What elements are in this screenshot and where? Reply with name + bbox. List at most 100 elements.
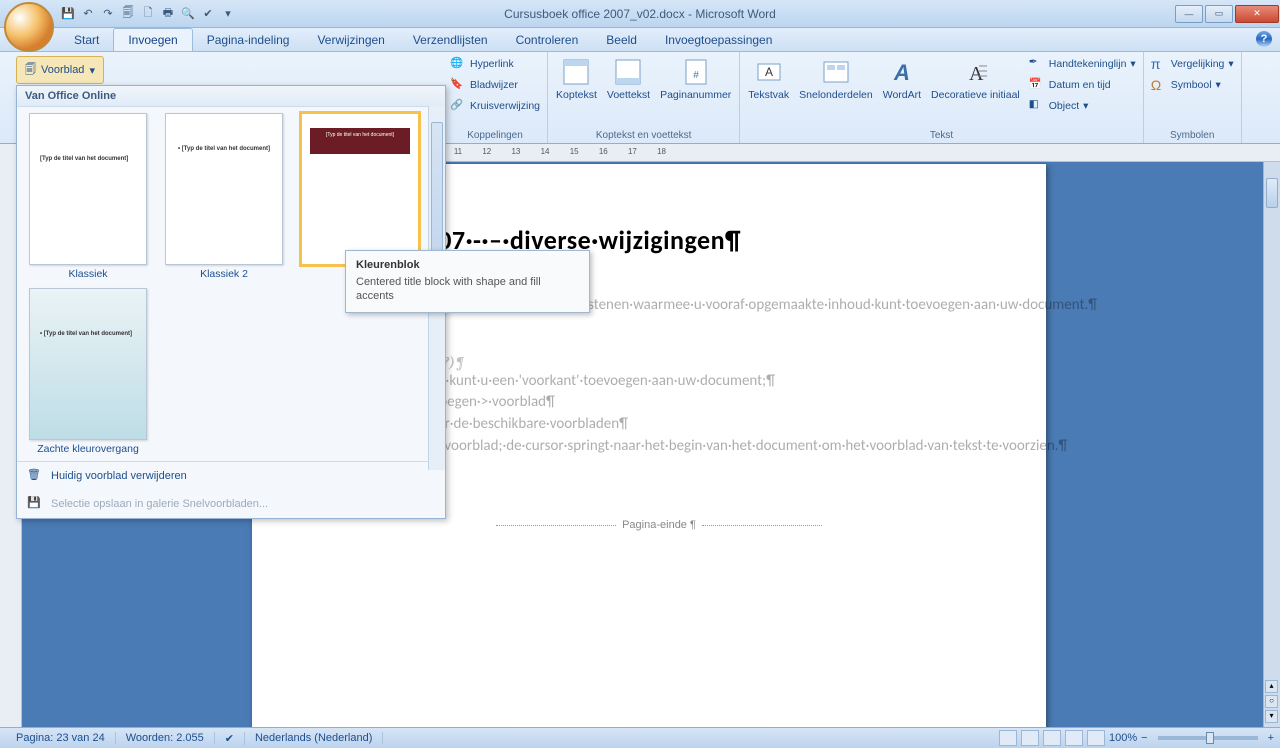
symbol-icon: Ω	[1151, 77, 1167, 93]
paginanummer-label: Paginanummer	[660, 90, 731, 102]
view-fullscreen[interactable]	[1021, 730, 1039, 746]
qat-print-icon[interactable]: 🖶	[160, 6, 176, 22]
object-button[interactable]: ◧Object ▾	[1026, 96, 1139, 116]
vergelijking-button[interactable]: πVergelijking ▾	[1148, 54, 1237, 74]
save-gallery-icon: 💾	[27, 496, 43, 512]
save-icon[interactable]: 💾	[60, 6, 76, 22]
window-controls: — ▭ ✕	[1174, 5, 1280, 23]
save-to-gallery-label: Selectie opslaan in galerie Snelvoorblad…	[51, 498, 268, 510]
gal-item-zachte[interactable]: • [Typ de titel van het document] Zachte…	[23, 288, 153, 455]
office-button[interactable]	[4, 2, 54, 52]
tab-controleren[interactable]: Controleren	[502, 29, 593, 51]
datum-tijd-button[interactable]: 📅Datum en tijd	[1026, 75, 1139, 95]
prev-page-button[interactable]: ▴	[1265, 680, 1278, 693]
remove-current-cover[interactable]: 🗑 Huidig voorblad verwijderen	[17, 462, 445, 490]
zoom-out-button[interactable]: −	[1141, 732, 1147, 744]
help-button[interactable]: ?	[1256, 31, 1272, 47]
gal-thumb-zachte: • [Typ de titel van het document]	[29, 288, 147, 440]
status-proofing-icon[interactable]: ✔	[215, 732, 245, 745]
close-button[interactable]: ✕	[1235, 5, 1279, 23]
thumb-color-bar: [Typ de titel van het document]	[310, 128, 410, 154]
voettekst-label: Voettekst	[607, 90, 650, 102]
svg-text:A: A	[893, 60, 910, 85]
thumb-gradient	[30, 289, 146, 439]
svg-text:A: A	[765, 65, 773, 79]
hyperlink-button[interactable]: 🌐Hyperlink	[447, 54, 543, 74]
maximize-button[interactable]: ▭	[1205, 5, 1233, 23]
vergelijking-label: Vergelijking	[1171, 58, 1225, 70]
voorblad-button[interactable]: 🗐 Voorblad ▾	[16, 56, 104, 84]
window-title: Cursusboek office 2007_v02.docx - Micros…	[504, 7, 776, 21]
handtekeninglijn-button[interactable]: ✒Handtekeninglijn ▾	[1026, 54, 1139, 74]
symbool-button[interactable]: ΩSymbool ▾	[1148, 75, 1237, 95]
crossref-icon: 🔗	[450, 98, 466, 114]
gal-item-klassiek[interactable]: [Typ de titel van het document] Klassiek	[23, 113, 153, 280]
qat-icon[interactable]: 🗐	[120, 6, 136, 22]
quick-access-toolbar: 💾 ↶ ↷ 🗐 🗋 🖶 🔍 ✔ ▾	[60, 6, 236, 22]
view-draft[interactable]	[1087, 730, 1105, 746]
group-label-koppelingen: Koppelingen	[447, 128, 543, 143]
wordart-label: WordArt	[883, 90, 921, 102]
tekstvak-label: Tekstvak	[748, 90, 789, 102]
status-words[interactable]: Woorden: 2.055	[116, 732, 215, 744]
svg-text:#: #	[693, 70, 699, 81]
gallery-tooltip: Kleurenblok Centered title block with sh…	[345, 250, 590, 313]
tab-beeld[interactable]: Beeld	[592, 29, 651, 51]
handtekeninglijn-label: Handtekeninglijn	[1049, 58, 1127, 70]
tab-start[interactable]: Start	[60, 29, 113, 51]
redo-icon[interactable]: ↷	[100, 6, 116, 22]
view-web[interactable]	[1043, 730, 1061, 746]
paginanummer-button[interactable]: # Paginanummer	[656, 54, 735, 104]
zoom-slider[interactable]	[1158, 736, 1258, 740]
qat-more-icon[interactable]: ▾	[220, 6, 236, 22]
tab-invoegtoepassingen[interactable]: Invoegtoepassingen	[651, 29, 786, 51]
quickparts-icon	[820, 56, 852, 88]
gal-caption-klassiek: Klassiek	[68, 268, 107, 280]
date-icon: 📅	[1029, 77, 1045, 93]
next-page-button[interactable]: ▾	[1265, 710, 1278, 723]
group-symbolen: πVergelijking ▾ ΩSymbool ▾ Symbolen	[1144, 52, 1242, 143]
voorblad-label: Voorblad	[41, 64, 84, 76]
decoratieve-initiaal-button[interactable]: A Decoratieve initiaal	[927, 54, 1024, 104]
tab-verzendlijsten[interactable]: Verzendlijsten	[399, 29, 502, 51]
bladwijzer-button[interactable]: 🔖Bladwijzer	[447, 75, 543, 95]
qat-spelling-icon[interactable]: ✔	[200, 6, 216, 22]
status-page[interactable]: Pagina: 23 van 24	[6, 732, 116, 744]
tekstvak-button[interactable]: A Tekstvak	[744, 54, 793, 104]
object-label: Object	[1049, 100, 1079, 112]
snelonderdelen-button[interactable]: Snelonderdelen	[795, 54, 877, 104]
gal-thumb-klassiek: [Typ de titel van het document]	[29, 113, 147, 265]
wordart-button[interactable]: A WordArt	[879, 54, 925, 104]
undo-icon[interactable]: ↶	[80, 6, 96, 22]
koptekst-button[interactable]: Koptekst	[552, 54, 601, 104]
zoom-in-button[interactable]: +	[1268, 732, 1274, 744]
koptekst-label: Koptekst	[556, 90, 597, 102]
vertical-scrollbar[interactable]: ▴ ○ ▾	[1263, 162, 1280, 727]
zoom-slider-thumb[interactable]	[1206, 732, 1214, 744]
gallery-footer: 🗑 Huidig voorblad verwijderen 💾 Selectie…	[17, 461, 445, 518]
statusbar: Pagina: 23 van 24 Woorden: 2.055 ✔ Neder…	[0, 727, 1280, 748]
qat-new-icon[interactable]: 🗋	[140, 6, 156, 22]
status-language[interactable]: Nederlands (Nederland)	[245, 732, 383, 744]
decoratieve-initiaal-label: Decoratieve initiaal	[931, 90, 1020, 102]
tab-pagina-indeling[interactable]: Pagina-indeling	[193, 29, 304, 51]
zoom-level[interactable]: 100%	[1109, 732, 1137, 744]
minimize-button[interactable]: —	[1175, 5, 1203, 23]
ribbon-tabs: Start Invoegen Pagina-indeling Verwijzin…	[0, 28, 1280, 52]
scrollbar-thumb[interactable]	[1266, 178, 1278, 208]
browse-buttons: ▴ ○ ▾	[1265, 680, 1278, 723]
kruisverwijzing-button[interactable]: 🔗Kruisverwijzing	[447, 96, 543, 116]
view-printlayout[interactable]	[999, 730, 1017, 746]
tab-invoegen[interactable]: Invoegen	[113, 28, 192, 51]
view-outline[interactable]	[1065, 730, 1083, 746]
page-break-label: Pagina-einde ¶	[342, 519, 976, 531]
voettekst-button[interactable]: Voettekst	[603, 54, 654, 104]
tab-verwijzingen[interactable]: Verwijzingen	[303, 29, 398, 51]
header-icon	[560, 56, 592, 88]
qat-preview-icon[interactable]: 🔍	[180, 6, 196, 22]
delete-icon: 🗑	[27, 468, 43, 484]
gal-item-klassiek2[interactable]: • [Typ de titel van het document] Klassi…	[159, 113, 289, 280]
browse-object-button[interactable]: ○	[1265, 695, 1278, 708]
textbox-icon: A	[753, 56, 785, 88]
group-koppelingen: 🌐Hyperlink 🔖Bladwijzer 🔗Kruisverwijzing …	[443, 52, 548, 143]
